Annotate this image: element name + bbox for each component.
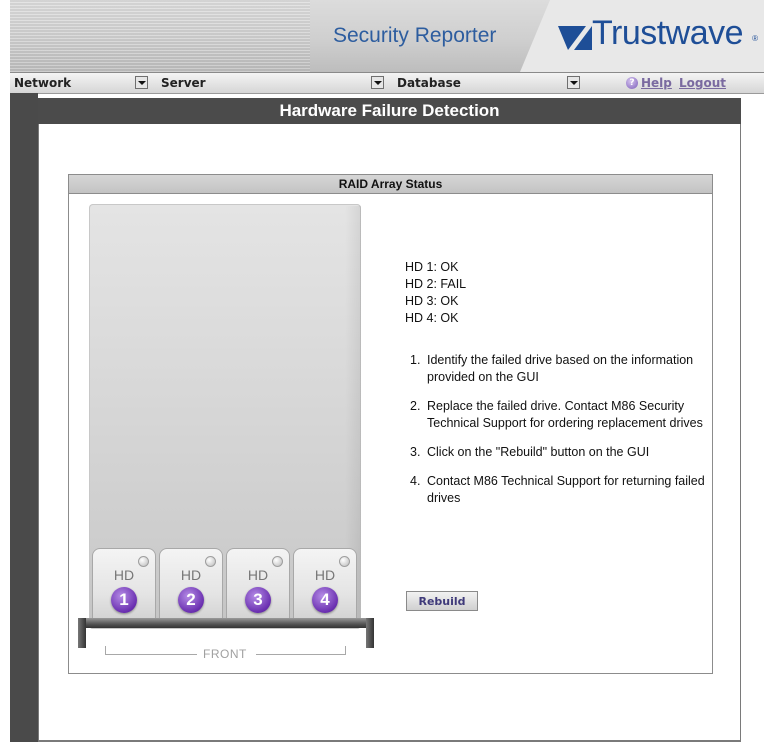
menu-bar: Network Server Database ? Help Logout	[10, 73, 764, 94]
page-title: Hardware Failure Detection	[38, 98, 741, 124]
menu-database[interactable]: Database	[397, 76, 461, 90]
app-header: Security Reporter Trustwave ®	[10, 0, 764, 73]
bay-knob-icon	[339, 556, 350, 567]
instruction-step: 2. Replace the failed drive. Contact M86…	[410, 398, 710, 432]
drive-status-4: HD 4: OK	[405, 311, 459, 325]
step-text: Click on the "Rebuild" button on the GUI	[427, 445, 650, 459]
drive-number-badge: 1	[111, 587, 137, 613]
bay-knob-icon	[205, 556, 216, 567]
trustwave-logo: Trustwave ®	[520, 0, 764, 72]
front-line-right	[256, 654, 345, 655]
drive-number-badge: 2	[178, 587, 204, 613]
bay-label: HD	[180, 567, 202, 583]
drive-bay-2: HD 2	[159, 548, 223, 626]
drive-number-badge: 4	[312, 587, 338, 613]
header-texture	[10, 0, 310, 72]
instruction-step: 3. Click on the "Rebuild" button on the …	[410, 444, 710, 461]
network-dropdown-icon[interactable]	[135, 76, 148, 89]
rail-ear-left	[78, 618, 86, 648]
logo-registered-mark: ®	[752, 34, 758, 43]
logo-text: Trustwave	[592, 14, 744, 52]
instruction-step: 1. Identify the failed drive based on th…	[410, 352, 710, 386]
drive-bay-4: HD 4	[293, 548, 357, 626]
help-link[interactable]: Help	[641, 76, 672, 90]
trustwave-logo-icon	[558, 26, 592, 50]
front-bracket-right	[345, 646, 346, 655]
chassis-rail	[78, 618, 374, 628]
drive-status-1: HD 1: OK	[405, 260, 459, 274]
help-icon[interactable]: ?	[626, 77, 638, 89]
bay-knob-icon	[272, 556, 283, 567]
raid-panel-title: RAID Array Status	[69, 175, 712, 194]
step-text: Identify the failed drive based on the i…	[427, 353, 694, 384]
drive-bay-1: HD 1	[92, 548, 156, 626]
rail-ear-right	[366, 618, 374, 648]
drive-status-list: HD 1: OK HD 2: FAIL HD 3: OK HD 4: OK	[405, 259, 466, 327]
server-dropdown-icon[interactable]	[371, 76, 384, 89]
instruction-steps: 1. Identify the failed drive based on th…	[410, 352, 710, 519]
app-title: Security Reporter	[333, 24, 497, 47]
bay-label: HD	[314, 567, 336, 583]
left-frame-bar	[10, 93, 38, 742]
bay-label: HD	[113, 567, 135, 583]
front-line-left	[105, 654, 197, 655]
bay-knob-icon	[138, 556, 149, 567]
logout-link[interactable]: Logout	[679, 76, 726, 90]
step-number: 2.	[410, 399, 421, 413]
database-dropdown-icon[interactable]	[567, 76, 580, 89]
step-number: 4.	[410, 474, 421, 488]
menu-network[interactable]: Network	[14, 76, 71, 90]
step-number: 3.	[410, 445, 421, 459]
step-number: 1.	[410, 353, 421, 367]
drive-bay-3: HD 3	[226, 548, 290, 626]
step-text: Contact M86 Technical Support for return…	[427, 474, 705, 505]
menu-server[interactable]: Server	[161, 76, 206, 90]
bay-label: HD	[247, 567, 269, 583]
step-text: Replace the failed drive. Contact M86 Se…	[427, 399, 703, 430]
drive-status-2: HD 2: FAIL	[405, 277, 467, 291]
instruction-step: 4. Contact M86 Technical Support for ret…	[410, 473, 710, 507]
left-gutter	[0, 93, 10, 742]
front-label: FRONT	[203, 647, 247, 661]
rebuild-button[interactable]: Rebuild	[406, 591, 478, 611]
drive-status-3: HD 3: OK	[405, 294, 459, 308]
drive-number-badge: 3	[245, 587, 271, 613]
